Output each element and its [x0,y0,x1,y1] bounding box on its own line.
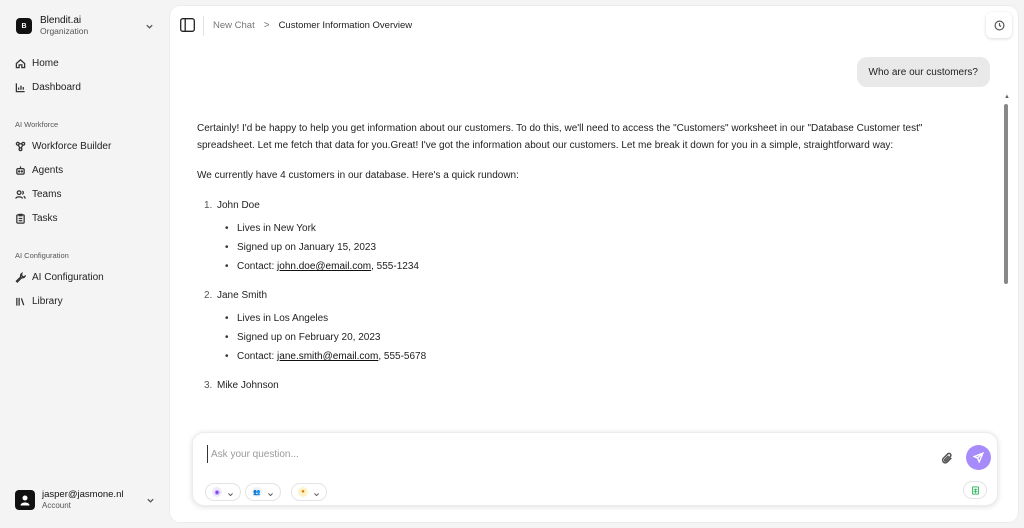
sidebar-item-label: Agents [32,164,64,176]
customer-name: Mike Johnson [217,380,279,391]
sidebar-item-label: Teams [32,188,62,200]
sidebar-item-label: AI Configuration [32,271,104,283]
breadcrumb: New Chat > Customer Information Overview [213,20,412,31]
customer-name: Jane Smith [217,290,268,301]
paperclip-icon[interactable] [941,452,955,466]
send-icon [973,452,984,463]
sidebar-item-tasks[interactable]: Tasks [15,210,58,226]
tool-selector[interactable]: ● [291,483,327,501]
agent-selector[interactable]: 👥 [245,483,281,501]
org-switcher[interactable]: B Blendit.ai Organization [16,12,156,40]
sidebar-item-label: Home [32,57,59,69]
wrench-icon [15,271,26,283]
robot-icon [16,165,25,175]
sidebar-item-label: Library [32,295,63,307]
list-item: Contact: jane.smith@email.com, 555-5678 [225,348,942,365]
top-bar: New Chat > Customer Information Overview [170,6,1018,46]
org-sub: Organization [40,26,89,36]
divider [203,16,204,36]
lightbulb-icon: ● [298,487,308,497]
customer-entry: 3. Mike Johnson [197,377,942,394]
sidebar-item-teams[interactable]: Teams [15,186,61,202]
email-link[interactable]: john.doe@email.com [277,261,371,272]
user-message: Who are our customers? [856,57,990,87]
model-selector[interactable]: ◉ [205,483,241,501]
chevron-down-icon [267,489,274,496]
org-name: Blendit.ai [40,15,82,26]
workflow-icon [15,141,26,151]
user-icon [20,495,30,506]
list-number: 1. [204,200,213,211]
assistant-message: Certainly! I'd be happy to help you get … [197,120,942,406]
sidebar-item-label: Tasks [32,212,58,224]
users-icon: 👥 [252,487,262,497]
scrollbar-thumb[interactable] [1004,104,1008,284]
spreadsheet-source-button[interactable] [963,481,987,499]
org-logo: B [16,18,32,34]
library-icon [16,297,25,306]
home-icon [15,58,26,68]
breadcrumb-current: Customer Information Overview [278,20,413,31]
main-panel: New Chat > Customer Information Overview… [170,6,1018,522]
sidebar-item-label: Dashboard [32,81,81,93]
section-label-workforce: AI Workforce [15,120,59,129]
list-item: Signed up on January 15, 2023 [225,239,942,256]
chevron-down-icon [227,489,234,496]
sidebar-item-dashboard[interactable]: Dashboard [15,79,81,95]
sidebar: B Blendit.ai Organization Home Dashboard… [0,0,170,528]
list-item: Signed up on February 20, 2023 [225,329,942,346]
account-switcher[interactable]: jasper@jasmone.nl Account [15,488,157,512]
chevron-down-icon [313,489,320,496]
customer-details: Lives in New York Signed up on January 1… [217,220,942,275]
spreadsheet-icon [971,486,979,494]
chat-thread: Who are our customers? Certainly! I'd be… [170,46,1018,426]
account-email: jasper@jasmone.nl [42,489,124,500]
avatar [15,490,35,510]
clock-icon [994,20,1004,30]
breadcrumb-separator: > [263,20,270,31]
sidebar-item-agents[interactable]: Agents [15,162,63,178]
list-number: 2. [204,290,213,301]
customer-name: John Doe [217,200,260,211]
history-button[interactable] [986,12,1012,38]
sidebar-item-workforce-builder[interactable]: Workforce Builder [15,138,111,154]
assistant-summary: We currently have 4 customers in our dat… [197,170,519,181]
email-link[interactable]: jane.smith@email.com [277,351,378,362]
list-item: Contact: john.doe@email.com, 555-1234 [225,258,942,275]
bar-chart-icon [15,82,25,92]
sidebar-toggle-icon[interactable] [180,18,195,32]
clipboard-icon [16,213,25,224]
list-item: Lives in New York [225,220,942,237]
sidebar-item-ai-configuration[interactable]: AI Configuration [15,269,104,285]
breadcrumb-parent[interactable]: New Chat [213,20,255,31]
list-number: 3. [204,380,213,391]
account-sub: Account [42,501,71,510]
sidebar-item-home[interactable]: Home [15,55,59,71]
sidebar-item-library[interactable]: Library [15,293,63,309]
send-button[interactable] [966,445,991,470]
users-icon [15,189,26,199]
list-item: Lives in Los Angeles [225,310,942,327]
chat-input[interactable] [207,445,907,463]
model-icon: ◉ [212,487,222,497]
customer-details: Lives in Los Angeles Signed up on Februa… [217,310,942,365]
section-label-config: AI Configuration [15,251,69,260]
scroll-up-arrow-icon[interactable]: ▲ [1004,94,1010,100]
message-composer: ◉ 👥 ● [192,432,998,506]
customer-entry: 1. John Doe Lives in New York Signed up … [197,197,942,275]
assistant-intro: Certainly! I'd be happy to help you get … [197,123,923,151]
chevron-down-icon [143,493,157,507]
customer-entry: 2. Jane Smith Lives in Los Angeles Signe… [197,287,942,365]
chevron-down-icon [142,19,156,33]
sidebar-item-label: Workforce Builder [32,140,112,152]
